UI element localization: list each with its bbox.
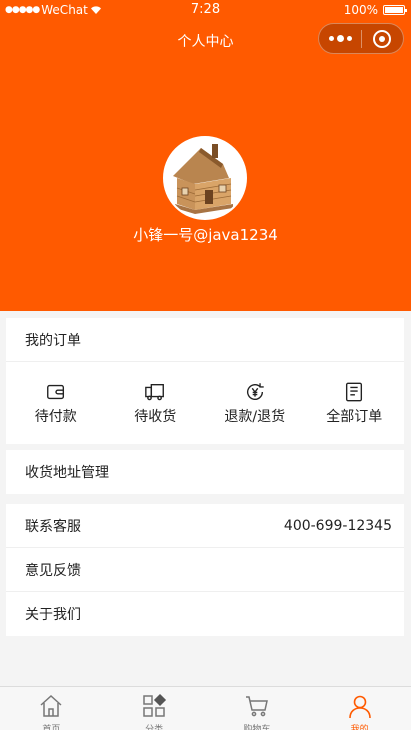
status-bar: ●●●●● WeChat 7:28 100% <box>0 0 411 20</box>
tab-label: 我的 <box>350 725 369 730</box>
service-card: 联系客服 400-699-12345 意见反馈 关于我们 <box>6 504 404 636</box>
feedback-label: 意见反馈 <box>25 562 81 579</box>
profile-header: ●●●●● WeChat 7:28 100% 个人中心 小锋一号@java123… <box>0 0 411 311</box>
tab-home[interactable]: 首页 <box>0 687 103 730</box>
more-dots-icon <box>328 36 334 41</box>
address-label: 收货地址管理 <box>25 465 109 481</box>
order-item-label: 全部订单 <box>326 408 383 425</box>
more-options-button[interactable] <box>319 35 361 42</box>
order-refund[interactable]: 退款/退货 <box>205 362 305 444</box>
tab-category[interactable]: 分类 <box>103 687 206 730</box>
address-management-row[interactable]: 收货地址管理 <box>6 450 404 494</box>
tab-label: 购物车 <box>243 725 271 730</box>
document-list-icon <box>346 382 363 401</box>
contact-service-row[interactable]: 联系客服 400-699-12345 <box>6 504 404 548</box>
order-all[interactable]: 全部订单 <box>305 362 405 444</box>
yen-refund-icon <box>246 382 264 400</box>
avatar[interactable] <box>163 136 247 220</box>
order-pending-receipt[interactable]: 待收货 <box>106 362 206 444</box>
order-pending-payment[interactable]: 待付款 <box>6 362 106 444</box>
wallet-icon <box>46 384 64 399</box>
house-avatar-image <box>165 138 245 218</box>
target-close-icon <box>373 29 392 48</box>
close-miniprogram-button[interactable] <box>362 29 403 48</box>
battery-icon <box>383 5 407 15</box>
tab-cart[interactable]: 购物车 <box>206 687 309 730</box>
truck-icon <box>145 383 165 400</box>
user-icon <box>348 695 371 719</box>
order-status-grid: 待付款 待收货 退款/退货 全部订单 <box>6 362 404 444</box>
orders-header[interactable]: 我的订单 <box>6 318 404 362</box>
status-right: 100% <box>343 3 407 17</box>
tab-mine[interactable]: 我的 <box>308 687 411 730</box>
contact-label: 联系客服 <box>25 518 81 535</box>
contact-phone: 400-699-12345 <box>283 517 392 534</box>
home-icon <box>40 694 62 717</box>
feedback-row[interactable]: 意见反馈 <box>6 548 404 592</box>
order-item-label: 待付款 <box>34 408 77 425</box>
tab-label: 首页 <box>42 725 61 730</box>
category-icon <box>143 693 167 717</box>
username: 小锋一号@java1234 <box>133 226 278 244</box>
orders-card: 我的订单 待付款 待收货 退款/退货 全部订单 <box>6 318 404 444</box>
about-us-row[interactable]: 关于我们 <box>6 592 404 636</box>
cart-icon <box>245 696 268 717</box>
orders-title: 我的订单 <box>25 332 81 349</box>
order-item-label: 待收货 <box>134 408 177 425</box>
address-card: 收货地址管理 <box>6 450 404 494</box>
battery-percent: 100% <box>343 3 378 17</box>
miniprogram-capsule <box>318 23 404 54</box>
tab-label: 分类 <box>145 725 164 730</box>
bottom-tab-bar: 首页 分类 购物车 我的 <box>0 686 411 730</box>
about-label: 关于我们 <box>25 607 81 623</box>
order-item-label: 退款/退货 <box>224 408 286 425</box>
